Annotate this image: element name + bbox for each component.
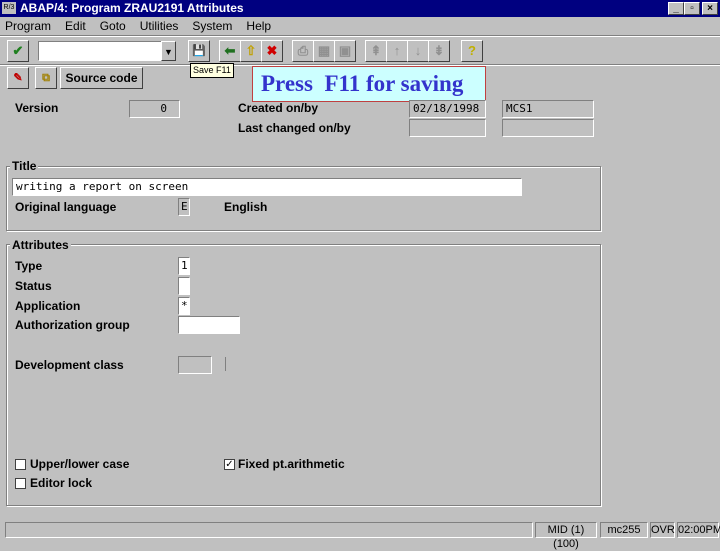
menu-system[interactable]: System: [192, 19, 232, 33]
status-message: [5, 522, 533, 538]
status-input[interactable]: [178, 277, 190, 295]
type-input[interactable]: 1: [178, 257, 190, 275]
minimize-button[interactable]: _: [668, 2, 684, 15]
first-page-icon[interactable]: ⇞: [365, 40, 387, 62]
language-code-field: E: [178, 198, 190, 216]
development-class-field: [178, 356, 212, 374]
upper-lower-case-checkbox[interactable]: [15, 459, 26, 470]
changed-label: Last changed on/by: [238, 121, 351, 135]
menu-help[interactable]: Help: [246, 19, 271, 33]
type-label: Type: [15, 259, 43, 273]
changed-date-field: [409, 119, 486, 137]
close-window-button[interactable]: ×: [702, 2, 718, 15]
menu-program[interactable]: Program: [5, 19, 51, 33]
attributes-group-heading: Attributes: [10, 238, 71, 252]
divider: [0, 35, 720, 37]
object-list-icon[interactable]: ⧉: [35, 67, 57, 89]
status-label: Status: [15, 279, 52, 293]
window-title: ABAP/4: Program ZRAU2191 Attributes: [20, 1, 244, 15]
window-title-bar: ABAP/4: Program ZRAU2191 Attributes: [0, 0, 720, 17]
print-icon[interactable]: ⎙: [292, 40, 314, 62]
version-label: Version: [15, 101, 59, 115]
menu-edit[interactable]: Edit: [65, 19, 86, 33]
fixed-pt-arithmetic-checkbox[interactable]: ✓: [224, 459, 235, 470]
authorization-group-input[interactable]: [178, 316, 240, 334]
source-code-button[interactable]: Source code: [60, 67, 143, 89]
development-class-label: Development class: [15, 358, 124, 372]
clock: 02:00PM: [677, 522, 720, 538]
save-icon[interactable]: 💾: [188, 40, 210, 62]
title-group-heading: Title: [10, 159, 39, 173]
exit-up-arrow-icon[interactable]: ⇧: [240, 40, 262, 62]
changed-by-field: [502, 119, 594, 137]
divider: [225, 357, 226, 371]
next-page-icon[interactable]: ↓: [407, 40, 429, 62]
version-field: 0: [129, 100, 180, 118]
menu-bar: Program Edit Goto Utilities System Help: [0, 17, 720, 35]
back-arrow-icon[interactable]: ⬅: [219, 40, 241, 62]
previous-page-icon[interactable]: ↑: [386, 40, 408, 62]
callout-annotation: Press F11 for saving: [252, 66, 486, 102]
check-syntax-icon[interactable]: ✎: [7, 67, 29, 89]
help-question-icon[interactable]: ?: [461, 40, 483, 62]
restore-button[interactable]: ▫: [684, 2, 700, 15]
last-page-icon[interactable]: ⇟: [428, 40, 450, 62]
authorization-group-label: Authorization group: [15, 318, 130, 332]
editor-lock-label: Editor lock: [30, 476, 93, 490]
system-info: MID (1)(100): [535, 522, 597, 550]
insert-mode: OVR: [650, 522, 675, 538]
enter-check-icon[interactable]: ✔: [7, 40, 29, 62]
command-dropdown-chevron-down-icon[interactable]: ▼: [161, 41, 176, 61]
find-icon[interactable]: ▦: [313, 40, 335, 62]
original-language-label: Original language: [15, 200, 117, 214]
title-group: [6, 166, 601, 231]
language-name: English: [224, 200, 268, 214]
application-label: Application: [15, 299, 81, 313]
created-label: Created on/by: [238, 101, 319, 115]
find-next-icon[interactable]: ▣: [334, 40, 356, 62]
fixed-pt-arithmetic-label: Fixed pt.arithmetic: [238, 457, 345, 471]
cancel-x-icon[interactable]: ✖: [261, 40, 283, 62]
created-date-field: 02/18/1998: [409, 100, 486, 118]
editor-lock-checkbox[interactable]: [15, 478, 26, 489]
save-tooltip: Save F11: [190, 63, 234, 78]
upper-lower-case-label: Upper/lower case: [30, 457, 130, 471]
created-by-field: MCS1: [502, 100, 594, 118]
application-input[interactable]: *: [178, 297, 190, 315]
server-name: mc255: [600, 522, 648, 538]
menu-goto[interactable]: Goto: [100, 19, 126, 33]
app-icon: R/3: [2, 2, 16, 14]
menu-utilities[interactable]: Utilities: [140, 19, 179, 33]
title-input[interactable]: writing a report on screen: [12, 178, 522, 196]
command-field[interactable]: [38, 41, 162, 61]
